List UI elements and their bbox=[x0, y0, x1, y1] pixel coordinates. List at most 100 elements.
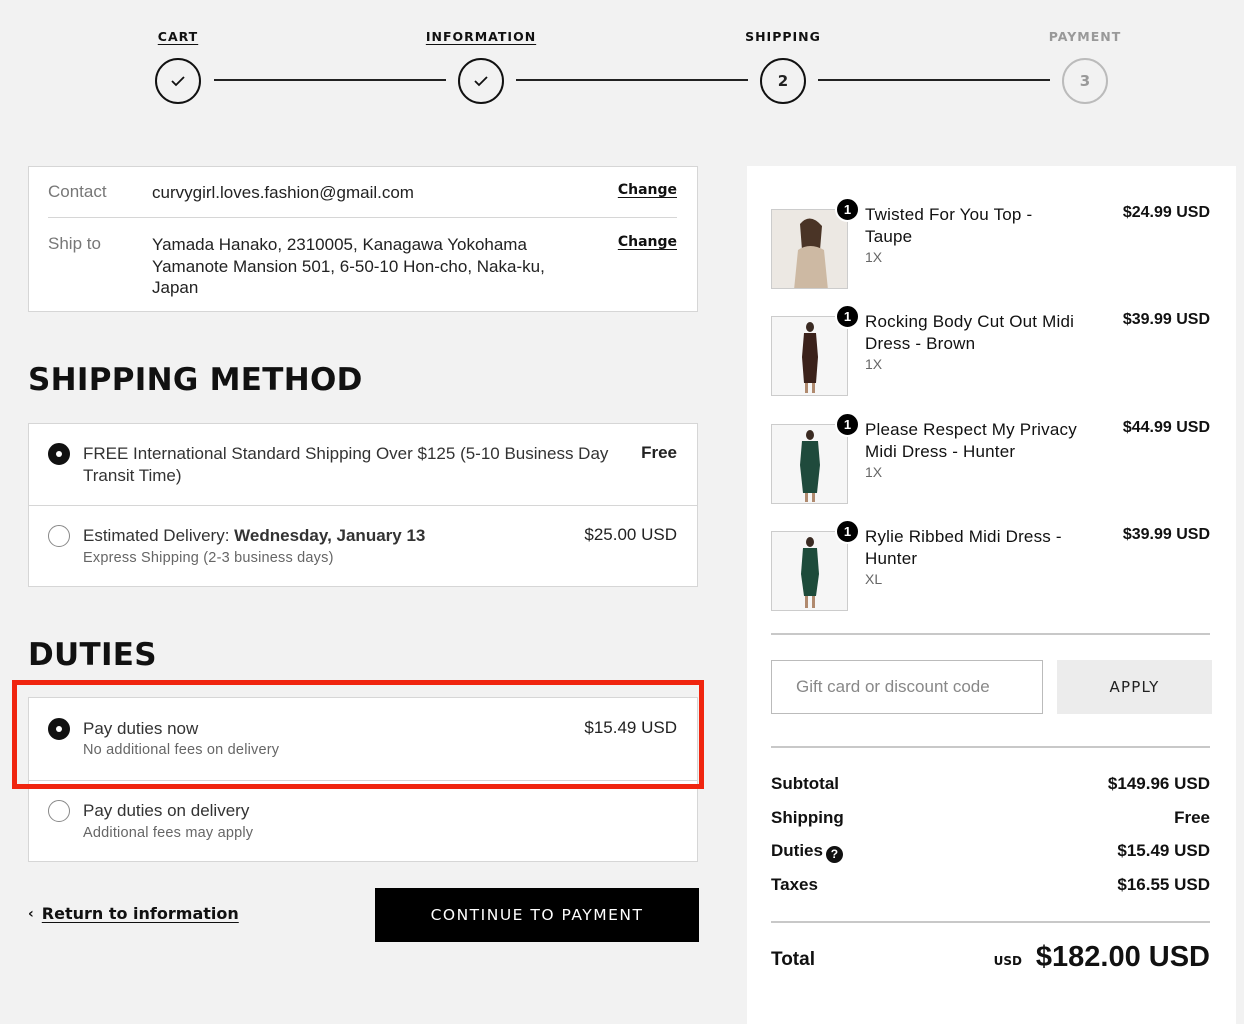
total-label: Total bbox=[771, 949, 815, 970]
contact-label: Contact bbox=[48, 182, 107, 201]
taxes-label: Taxes bbox=[771, 875, 818, 894]
product-price: $39.99 USD bbox=[1122, 311, 1210, 328]
discount-code-input[interactable] bbox=[771, 660, 1043, 714]
product-name-line: Hunter bbox=[865, 548, 918, 568]
product-name-line: Dress - Brown bbox=[865, 333, 976, 353]
estimated-delivery-date: Wednesday, January 13 bbox=[234, 526, 426, 545]
shipping-option-title: FREE International Standard Shipping Ove… bbox=[83, 443, 633, 486]
check-icon bbox=[458, 58, 504, 104]
change-address-link[interactable]: Change bbox=[618, 234, 677, 250]
step-number: 2 bbox=[760, 58, 806, 104]
stepper-connector bbox=[818, 79, 1050, 81]
step-information[interactable]: INFORMATION bbox=[421, 28, 541, 104]
duties-title: DUTIES bbox=[28, 637, 157, 673]
shipping-option-title: Estimated Delivery: Wednesday, January 1… bbox=[83, 525, 425, 547]
ship-to-address: Yamada Hanako, 2310005, Kanagawa Yokoham… bbox=[152, 234, 582, 299]
product-image bbox=[771, 424, 848, 504]
quantity-badge: 1 bbox=[835, 519, 860, 544]
step-payment: PAYMENT 3 bbox=[1025, 28, 1145, 104]
subtotal-label: Subtotal bbox=[771, 774, 839, 793]
product-name-line: Midi Dress - Hunter bbox=[865, 441, 1016, 461]
shipping-method-title: SHIPPING METHOD bbox=[28, 362, 363, 398]
continue-to-payment-button[interactable]: CONTINUE TO PAYMENT bbox=[375, 888, 699, 942]
product-name-line: Taupe bbox=[865, 226, 913, 246]
shipping-value: Free bbox=[1174, 808, 1210, 827]
product-image bbox=[771, 316, 848, 396]
return-to-information-link[interactable]: ‹ Return to information bbox=[28, 904, 239, 923]
duties-option-subtitle: Additional fees may apply bbox=[83, 825, 254, 841]
product-name: Rocking Body Cut Out Midi Dress - Brown bbox=[865, 311, 1090, 354]
cart-item: 1 Please Respect My Privacy Midi Dress -… bbox=[771, 412, 1210, 504]
duties-value: $15.49 USD bbox=[1117, 841, 1210, 860]
subtotal-value: $149.96 USD bbox=[1107, 774, 1210, 793]
total-row: Total USD $182.00 USD bbox=[771, 941, 1210, 981]
product-variant: 1X bbox=[865, 356, 883, 372]
product-image bbox=[771, 531, 848, 611]
product-variant: 1X bbox=[865, 464, 883, 480]
step-shipping: SHIPPING 2 bbox=[723, 28, 843, 104]
product-name-line: Twisted For You Top - bbox=[865, 205, 1033, 224]
quantity-badge: 1 bbox=[835, 197, 860, 222]
duties-label: Duties bbox=[771, 841, 823, 860]
shipping-row: Shipping Free bbox=[771, 808, 1210, 828]
step-cart[interactable]: CART bbox=[118, 28, 238, 104]
address-line: Yamada Hanako, 2310005, Kanagawa Yokoham… bbox=[152, 235, 527, 254]
shipping-option-standard[interactable]: FREE International Standard Shipping Ove… bbox=[29, 424, 697, 505]
step-information-label[interactable]: INFORMATION bbox=[426, 29, 536, 44]
shipping-options: FREE International Standard Shipping Ove… bbox=[28, 423, 698, 587]
cart-item: 1 Rocking Body Cut Out Midi Dress - Brow… bbox=[771, 304, 1210, 396]
step-payment-label: PAYMENT bbox=[1048, 29, 1122, 44]
chevron-left-icon: ‹ bbox=[28, 905, 34, 922]
step-number: 3 bbox=[1062, 58, 1108, 104]
product-name: Rylie Ribbed Midi Dress - Hunter bbox=[865, 526, 1090, 569]
product-image bbox=[771, 209, 848, 289]
apply-discount-button[interactable]: APPLY bbox=[1057, 660, 1212, 714]
shipping-label: Shipping bbox=[771, 808, 844, 827]
total-currency: USD bbox=[993, 954, 1022, 968]
taxes-row: Taxes $16.55 USD bbox=[771, 875, 1210, 895]
duties-option-title: Pay duties on delivery bbox=[83, 801, 250, 820]
address-line: Yamanote Mansion 501, 6-50-10 Hon-cho, N… bbox=[152, 256, 545, 276]
radio-unselected[interactable] bbox=[48, 800, 70, 822]
divider bbox=[771, 921, 1210, 923]
cart-item: 1 Twisted For You Top - Taupe 1X $24.99 … bbox=[771, 197, 1210, 289]
product-variant: 1X bbox=[865, 249, 883, 265]
duties-option-delivery[interactable]: Pay duties on delivery Additional fees m… bbox=[29, 781, 697, 863]
shipping-option-express[interactable]: Estimated Delivery: Wednesday, January 1… bbox=[29, 506, 697, 587]
divider bbox=[48, 217, 677, 218]
radio-unselected[interactable] bbox=[48, 525, 70, 547]
stepper-connector bbox=[214, 79, 446, 81]
check-icon bbox=[155, 58, 201, 104]
review-box: Contact curvygirl.loves.fashion@gmail.co… bbox=[28, 166, 698, 312]
order-summary: 1 Twisted For You Top - Taupe 1X $24.99 … bbox=[747, 166, 1236, 1024]
estimated-delivery-prefix: Estimated Delivery: bbox=[83, 526, 235, 545]
quantity-badge: 1 bbox=[835, 304, 860, 329]
step-shipping-label: SHIPPING bbox=[745, 29, 821, 44]
stepper-connector bbox=[516, 79, 748, 81]
subtotal-row: Subtotal $149.96 USD bbox=[771, 774, 1210, 794]
product-price: $24.99 USD bbox=[1122, 204, 1210, 221]
duties-row: Duties? $15.49 USD bbox=[771, 841, 1210, 863]
contact-value: curvygirl.loves.fashion@gmail.com bbox=[152, 183, 414, 202]
total-value: $182.00 USD bbox=[1035, 941, 1210, 973]
shipping-option-subtitle: Express Shipping (2-3 business days) bbox=[83, 550, 334, 566]
product-name-line: Please Respect My Privacy bbox=[865, 420, 1077, 439]
address-line: Japan bbox=[152, 278, 199, 297]
product-price: $44.99 USD bbox=[1122, 419, 1210, 436]
product-name-line: Rocking Body Cut Out Midi bbox=[865, 312, 1075, 331]
shipping-option-price: Free bbox=[641, 443, 677, 462]
return-link-label: Return to information bbox=[41, 904, 239, 923]
divider bbox=[771, 633, 1210, 635]
step-cart-label[interactable]: CART bbox=[158, 29, 198, 44]
radio-selected[interactable] bbox=[48, 443, 70, 465]
change-contact-link[interactable]: Change bbox=[618, 182, 677, 198]
product-name-line: Rylie Ribbed Midi Dress - bbox=[865, 527, 1062, 546]
help-icon[interactable]: ? bbox=[825, 846, 843, 863]
divider bbox=[771, 746, 1210, 748]
shipping-option-price: $25.00 USD bbox=[584, 525, 677, 544]
ship-to-label: Ship to bbox=[48, 234, 101, 253]
product-variant: XL bbox=[865, 571, 883, 587]
option-line: Transit Time) bbox=[83, 465, 182, 485]
cart-item: 1 Rylie Ribbed Midi Dress - Hunter XL $3… bbox=[771, 519, 1210, 611]
taxes-value: $16.55 USD bbox=[1117, 875, 1210, 894]
